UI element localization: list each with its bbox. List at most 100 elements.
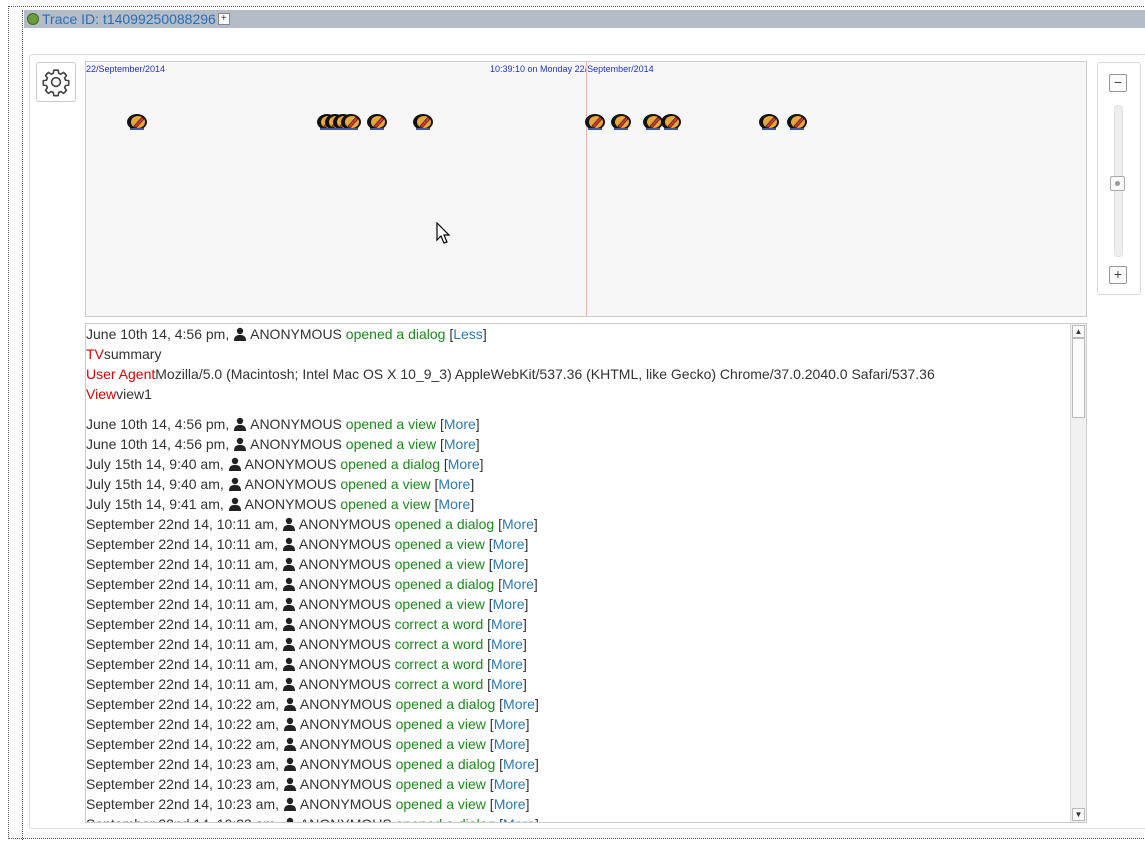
entry-timestamp: September 22nd 14, 10:11 am, bbox=[86, 636, 282, 652]
zoom-slider-track[interactable] bbox=[1110, 105, 1125, 257]
event-marker-icon[interactable] bbox=[412, 112, 434, 132]
more-link[interactable]: More bbox=[491, 676, 523, 692]
more-link[interactable]: More bbox=[494, 716, 526, 732]
trace-title[interactable]: Trace ID: t14099250088296 bbox=[42, 11, 216, 27]
event-marker-icon[interactable] bbox=[786, 112, 808, 132]
more-link[interactable]: More bbox=[494, 796, 526, 812]
zoom-in-button[interactable]: + bbox=[1109, 266, 1127, 284]
zoom-control: − + bbox=[1097, 62, 1141, 295]
entry-user: ANONYMOUS bbox=[298, 636, 391, 652]
more-link[interactable]: More bbox=[491, 656, 523, 672]
entry-user: ANONYMOUS bbox=[299, 796, 392, 812]
entry-action: opened a view bbox=[345, 416, 437, 432]
more-link[interactable]: More bbox=[491, 616, 523, 632]
more-link[interactable]: More bbox=[494, 776, 526, 792]
entry-timestamp: September 22nd 14, 10:11 am, bbox=[86, 656, 282, 672]
log-entry: July 15th 14, 9:40 am, ANONYMOUS opened … bbox=[86, 476, 475, 492]
entry-action: correct a word bbox=[394, 616, 484, 632]
settings-button[interactable] bbox=[36, 62, 76, 102]
expand-icon[interactable]: + bbox=[217, 13, 230, 25]
entry-action: opened a dialog bbox=[394, 576, 495, 592]
entry-action: correct a word bbox=[394, 636, 484, 652]
entry-action: opened a dialog bbox=[394, 516, 495, 532]
entry-user: ANONYMOUS bbox=[298, 576, 391, 592]
more-link[interactable]: More bbox=[444, 416, 476, 432]
entry-action: opened a view bbox=[395, 736, 486, 752]
entry-timestamp: September 22nd 14, 10:22 am, bbox=[86, 696, 283, 712]
user-icon bbox=[282, 537, 295, 551]
entry-user: ANONYMOUS bbox=[250, 416, 342, 432]
more-link[interactable]: More bbox=[503, 696, 535, 712]
entry-action: opened a view bbox=[394, 556, 485, 572]
log-entry: September 22nd 14, 10:23 am, ANONYMOUS o… bbox=[86, 756, 539, 772]
more-link[interactable]: More bbox=[502, 576, 534, 592]
entry-action: opened a dialog bbox=[345, 326, 446, 342]
entry-timestamp: September 22nd 14, 10:11 am, bbox=[86, 596, 282, 612]
entry-action: correct a word bbox=[394, 676, 484, 692]
event-marker-icon[interactable] bbox=[340, 112, 362, 132]
entry-timestamp: September 22nd 14, 10:23 am, bbox=[86, 816, 283, 822]
entry-user: ANONYMOUS bbox=[250, 326, 342, 342]
user-icon bbox=[234, 327, 247, 341]
entry-timestamp: September 22nd 14, 10:22 am, bbox=[86, 736, 283, 752]
detail-value: summary bbox=[103, 346, 162, 362]
event-marker-icon[interactable] bbox=[758, 112, 780, 132]
log-entry: September 22nd 14, 10:11 am, ANONYMOUS o… bbox=[86, 556, 529, 572]
entry-user: ANONYMOUS bbox=[299, 696, 392, 712]
user-icon bbox=[228, 457, 241, 471]
more-link[interactable]: More bbox=[493, 556, 525, 572]
scroll-up-icon[interactable]: ▲ bbox=[1072, 325, 1085, 338]
more-link[interactable]: More bbox=[448, 456, 480, 472]
zoom-slider-handle[interactable] bbox=[1110, 176, 1125, 191]
more-link[interactable]: More bbox=[444, 436, 476, 452]
event-log[interactable]: June 10th 14, 4:56 pm, ANONYMOUS opened … bbox=[85, 323, 1087, 823]
entry-user: ANONYMOUS bbox=[250, 436, 342, 452]
log-entry: September 22nd 14, 10:11 am, ANONYMOUS o… bbox=[86, 576, 538, 592]
log-scrollbar[interactable]: ▲ ▼ bbox=[1070, 324, 1086, 822]
detail-row: Viewview1 bbox=[86, 384, 1070, 404]
less-link[interactable]: Less bbox=[453, 326, 483, 342]
entry-action: opened a view bbox=[394, 596, 485, 612]
entry-action: opened a dialog bbox=[396, 816, 496, 822]
event-marker-icon[interactable] bbox=[660, 112, 682, 132]
timeline[interactable]: 22/September/2014 10:39:10 on Monday 22/… bbox=[85, 61, 1087, 317]
event-marker-icon[interactable] bbox=[584, 112, 606, 132]
entry-action: opened a view bbox=[345, 436, 437, 452]
entry-timestamp: June 10th 14, 4:56 pm, bbox=[86, 436, 234, 452]
more-link[interactable]: More bbox=[494, 736, 526, 752]
log-entry: July 15th 14, 9:40 am, ANONYMOUS opened … bbox=[86, 456, 484, 472]
log-entry: September 22nd 14, 10:23 am, ANONYMOUS o… bbox=[86, 776, 530, 792]
more-link[interactable]: More bbox=[502, 516, 534, 532]
user-icon bbox=[283, 717, 296, 731]
log-entry: September 22nd 14, 10:11 am, ANONYMOUS c… bbox=[86, 616, 527, 632]
more-link[interactable]: More bbox=[503, 756, 535, 772]
zoom-out-button[interactable]: − bbox=[1109, 74, 1127, 92]
log-entry: June 10th 14, 4:56 pm, ANONYMOUS opened … bbox=[86, 416, 480, 432]
entry-timestamp: June 10th 14, 4:56 pm, bbox=[86, 416, 234, 432]
entry-user: ANONYMOUS bbox=[244, 496, 337, 512]
user-icon bbox=[282, 597, 295, 611]
entry-timestamp: September 22nd 14, 10:23 am, bbox=[86, 796, 283, 812]
entry-user: ANONYMOUS bbox=[244, 476, 337, 492]
more-link[interactable]: More bbox=[493, 536, 525, 552]
more-link[interactable]: More bbox=[491, 636, 523, 652]
more-link[interactable]: More bbox=[438, 476, 470, 492]
detail-value: Mozilla/5.0 (Macintosh; Intel Mac OS X 1… bbox=[155, 366, 935, 382]
entry-user: ANONYMOUS bbox=[298, 516, 391, 532]
event-marker-icon[interactable] bbox=[610, 112, 632, 132]
scroll-down-icon[interactable]: ▼ bbox=[1072, 808, 1085, 821]
scroll-thumb[interactable] bbox=[1072, 338, 1085, 418]
event-marker-icon[interactable] bbox=[126, 112, 148, 132]
event-marker-icon[interactable] bbox=[366, 112, 388, 132]
entry-timestamp: September 22nd 14, 10:11 am, bbox=[86, 516, 282, 532]
more-link[interactable]: More bbox=[438, 496, 470, 512]
entry-timestamp: September 22nd 14, 10:23 am, bbox=[86, 776, 283, 792]
detail-value: view1 bbox=[116, 386, 152, 402]
more-link[interactable]: More bbox=[493, 596, 525, 612]
entry-user: ANONYMOUS bbox=[298, 596, 391, 612]
log-entry: July 15th 14, 9:41 am, ANONYMOUS opened … bbox=[86, 496, 475, 512]
entry-timestamp: September 22nd 14, 10:11 am, bbox=[86, 576, 282, 592]
more-link[interactable]: More bbox=[503, 816, 535, 822]
detail-key: User Agent bbox=[86, 366, 156, 382]
entry-details: TVsummary User AgentMozilla/5.0 (Macinto… bbox=[86, 344, 1070, 404]
